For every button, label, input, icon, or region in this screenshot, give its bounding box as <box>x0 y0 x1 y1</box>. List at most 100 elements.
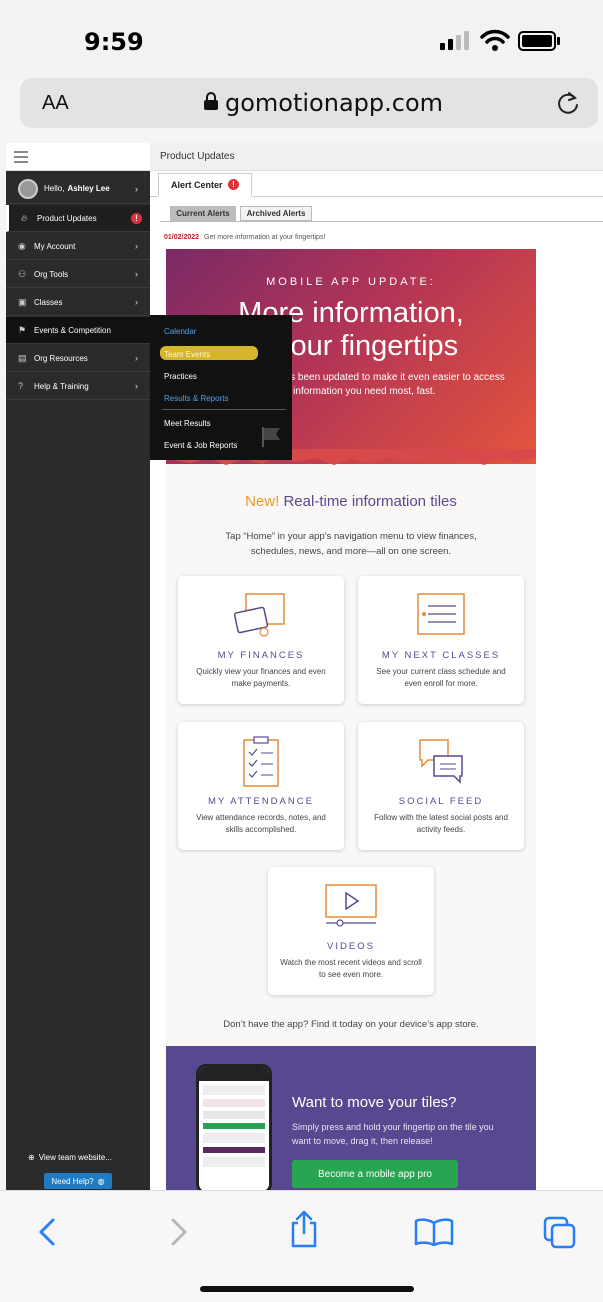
video-player-icon <box>325 884 377 927</box>
sidebar-item-events-competition[interactable]: ⚑ Events & Competition <box>6 317 150 344</box>
flyout-item-event-job-reports[interactable]: Event & Job Reports <box>164 441 237 450</box>
chevron-right-icon: › <box>135 297 138 307</box>
chevron-right-icon: › <box>135 183 138 194</box>
chat-icon: ◍ <box>97 1176 105 1186</box>
tabs-icon[interactable] <box>542 1215 578 1251</box>
sidebar-item-org-tools[interactable]: ⚇ Org Tools › <box>6 261 150 288</box>
address-bar[interactable]: AA gomotionapp.com <box>20 78 598 128</box>
new-label: New! <box>245 493 280 510</box>
sidebar-item-label: Product Updates <box>37 213 97 223</box>
status-bar: 9:59 <box>0 0 603 80</box>
sidebar-header <box>6 143 150 171</box>
tile-desc: Watch the most recent videos and scroll … <box>280 958 422 979</box>
forward-icon[interactable] <box>168 1217 190 1247</box>
reload-icon[interactable] <box>555 90 581 116</box>
wifi-icon <box>480 29 510 51</box>
view-team-website-link[interactable]: ⊕ View team website... <box>28 1153 112 1162</box>
tile-title: VIDEOS <box>327 941 375 952</box>
web-content: Hello, Ashley Lee › 🔥︎ Product Updates !… <box>6 143 603 1190</box>
sidebar-user[interactable]: Hello, Ashley Lee › <box>6 174 150 204</box>
sidebar-item-label: Events & Competition <box>34 325 111 335</box>
flame-icon: 🔥︎ <box>21 212 28 223</box>
events-flyout-menu: Calendar Team Events Practices Results &… <box>150 315 292 460</box>
alert-badge: ! <box>228 179 239 190</box>
tile-title: MY FINANCES <box>217 650 305 661</box>
flyout-item-results-reports[interactable]: Results & Reports <box>164 394 228 403</box>
battery-icon <box>518 31 560 51</box>
alert-item[interactable]: 01/02/2022 Get more information at your … <box>164 234 325 241</box>
user-circle-icon: ◉ <box>18 240 26 251</box>
view-website-label: View team website... <box>38 1153 112 1162</box>
globe-icon: ⊕ <box>28 1153 35 1162</box>
need-help-button[interactable]: Need Help? ◍ <box>44 1173 112 1189</box>
flag-icon: ⚑ <box>18 324 27 335</box>
tile-desc: View attendance records, notes, and skil… <box>196 813 326 834</box>
sidebar-item-product-updates[interactable]: 🔥︎ Product Updates ! <box>6 205 150 232</box>
tiles-heading-text: Real-time information tiles <box>283 493 457 510</box>
sidebar-item-label: Org Resources <box>34 353 88 363</box>
phone-mockup-image <box>196 1064 272 1190</box>
tile-desc: Follow with the latest social posts and … <box>374 813 508 834</box>
tab-alert-center[interactable]: Alert Center ! <box>158 173 252 197</box>
flyout-item-calendar[interactable]: Calendar <box>164 327 196 336</box>
sidebar-item-org-resources[interactable]: ▤ Org Resources › <box>6 345 150 372</box>
share-icon[interactable] <box>288 1209 320 1249</box>
help-circle-icon: ? <box>18 381 24 391</box>
hero-kicker: MOBILE APP UPDATE: <box>266 276 436 288</box>
flag-icon <box>262 427 280 447</box>
sidebar-item-label: Help & Training <box>34 381 89 391</box>
hamburger-menu-icon[interactable] <box>6 143 36 171</box>
tab-archived-alerts[interactable]: Archived Alerts <box>240 206 312 221</box>
tile-my-attendance: MY ATTENDANCE View attendance records, n… <box>178 722 344 850</box>
user-name: Ashley Lee <box>67 184 110 193</box>
back-icon[interactable] <box>36 1217 58 1247</box>
chevron-right-icon: › <box>135 353 138 363</box>
sidebar-item-my-account[interactable]: ◉ My Account › <box>6 233 150 260</box>
sidebar-item-help-training[interactable]: ? Help & Training › <box>6 373 150 400</box>
tab-label: Alert Center <box>171 179 223 190</box>
credit-card-icon <box>234 593 285 637</box>
chevron-right-icon: › <box>135 269 138 279</box>
bookmarks-icon[interactable] <box>414 1217 454 1247</box>
alert-badge: ! <box>131 212 142 224</box>
sidebar-item-label: My Account <box>34 241 76 251</box>
people-icon: ⚇ <box>18 268 27 279</box>
tile-title: SOCIAL FEED <box>398 796 484 807</box>
chevron-right-icon: › <box>135 241 138 251</box>
url-domain[interactable]: gomotionapp.com <box>225 89 443 117</box>
chevron-right-icon: › <box>135 381 138 391</box>
tile-desc: Quickly view your finances and even make… <box>196 667 326 688</box>
tile-desc: See your current class schedule and even… <box>376 667 506 688</box>
sidebar: Hello, Ashley Lee › 🔥︎ Product Updates !… <box>6 143 150 1190</box>
flyout-item-meet-results[interactable]: Meet Results <box>164 419 211 428</box>
tiles-heading: New! Real-time information tiles <box>166 493 536 510</box>
promo-banner: Want to move your tiles? Simply press an… <box>166 1046 536 1190</box>
subtab-divider <box>160 221 603 222</box>
lock-icon <box>204 92 218 110</box>
tile-my-finances: MY FINANCES Quickly view your finances a… <box>178 576 344 704</box>
status-time: 9:59 <box>84 28 144 56</box>
tile-videos: VIDEOS Watch the most recent videos and … <box>268 867 434 995</box>
sidebar-item-label: Org Tools <box>34 269 69 279</box>
chat-bubbles-icon <box>419 739 463 784</box>
flyout-item-team-events[interactable]: Team Events <box>164 350 210 359</box>
cellular-signal-icon <box>440 30 474 50</box>
tile-my-next-classes: MY NEXT CLASSES See your current class s… <box>358 576 524 704</box>
alert-date: 01/02/2022 <box>164 234 200 241</box>
home-indicator[interactable] <box>200 1286 414 1292</box>
schedule-icon <box>417 593 465 635</box>
avatar <box>18 178 38 199</box>
main-content: Product Updates Alert Center ! Current A… <box>150 143 603 1190</box>
sidebar-item-label: Classes <box>34 297 63 307</box>
tiles-intro: Tap “Home” in your app’s navigation menu… <box>225 531 477 557</box>
app-store-note: Don’t have the app? Find it today on you… <box>223 1019 479 1030</box>
need-help-label: Need Help? <box>51 1176 94 1186</box>
text-size-button[interactable]: AA <box>42 92 69 115</box>
tile-title: MY ATTENDANCE <box>208 796 314 807</box>
tab-current-alerts[interactable]: Current Alerts <box>170 206 236 221</box>
flyout-item-practices[interactable]: Practices <box>164 372 197 381</box>
sidebar-item-classes[interactable]: ▣ Classes › <box>6 289 150 316</box>
become-pro-button[interactable]: Become a mobile app pro <box>292 1160 458 1188</box>
tile-social-feed: SOCIAL FEED Follow with the latest socia… <box>358 722 524 850</box>
promo-title: Want to move your tiles? <box>292 1094 457 1111</box>
